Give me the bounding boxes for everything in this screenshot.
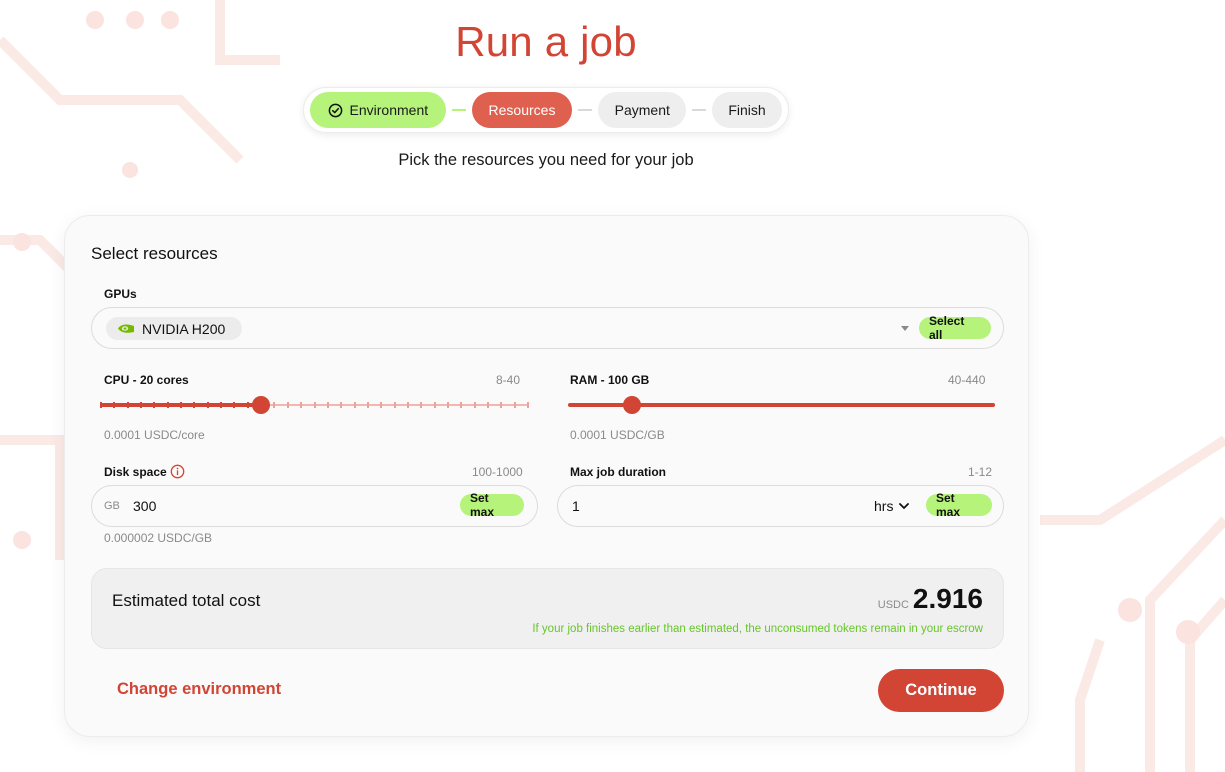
gpus-label: GPUs — [104, 287, 137, 301]
slider-tick — [473, 402, 476, 408]
slider-tick — [193, 402, 196, 408]
slider-tick — [420, 402, 423, 408]
duration-field[interactable]: 1 hrs Set max — [557, 485, 1004, 527]
slider-tick — [513, 402, 516, 408]
slider-tick — [233, 402, 236, 408]
cost-value: USDC 2.916 — [878, 583, 983, 615]
section-title: Select resources — [91, 244, 218, 263]
step-connector — [692, 109, 707, 111]
slider-tick — [313, 402, 316, 408]
duration-range: 1-12 — [968, 465, 993, 479]
slider-tick — [406, 402, 409, 408]
continue-button[interactable]: Continue — [878, 669, 1004, 712]
cpu-price: 0.0001 USDC/core — [104, 428, 205, 442]
cpu-slider[interactable] — [100, 395, 529, 415]
duration-input[interactable]: 1 — [572, 498, 580, 514]
info-icon[interactable] — [170, 464, 185, 479]
ram-slider[interactable] — [568, 395, 995, 415]
slider-tick — [113, 402, 116, 408]
slider-tick — [246, 402, 249, 408]
step-finish[interactable]: Finish — [712, 92, 782, 128]
disk-space-field[interactable]: GB 300 Set max — [91, 485, 538, 527]
slider-tick — [220, 402, 223, 408]
gpu-chip-label: NVIDIA H200 — [142, 320, 226, 337]
cpu-label: CPU - 20 cores — [104, 373, 189, 387]
disk-price: 0.000002 USDC/GB — [104, 531, 213, 545]
change-environment-button[interactable]: Change environment — [117, 680, 281, 699]
slider-tick — [126, 402, 129, 408]
page-title: Run a job — [455, 18, 637, 65]
step-label: Resources — [488, 102, 556, 118]
disk-set-max-button[interactable]: Set max — [460, 491, 524, 519]
nvidia-logo-icon — [118, 324, 134, 333]
slider-tick — [100, 402, 102, 408]
cost-currency: USDC — [877, 599, 909, 611]
duration-unit-select[interactable]: hrs — [874, 498, 910, 514]
chevron-down-icon[interactable] — [901, 326, 909, 331]
slider-thumb[interactable] — [623, 396, 642, 414]
step-connector — [451, 109, 466, 111]
resources-card: Select resources GPUs NVIDIA H200 Select… — [64, 215, 1029, 737]
cost-label: Estimated total cost — [112, 591, 261, 610]
cpu-range: 8-40 — [496, 373, 521, 387]
page-subtitle: Pick the resources you need for your job — [398, 151, 694, 169]
slider-tick — [366, 402, 369, 408]
slider-tick — [273, 402, 276, 408]
check-circle-icon — [328, 103, 342, 117]
slider-tick — [340, 402, 343, 408]
slider-tick — [286, 402, 289, 408]
escrow-note: If your job finishes earlier than estima… — [532, 623, 983, 635]
slider-tick — [153, 402, 156, 408]
slider-tick — [353, 402, 356, 408]
duration-set-max-button[interactable]: Set max — [926, 491, 992, 519]
slider-tick — [460, 402, 463, 408]
slider-tick — [140, 402, 143, 408]
step-payment[interactable]: Payment — [598, 92, 687, 128]
disk-space-input[interactable]: 300 — [133, 498, 156, 514]
slider-tick — [166, 402, 169, 408]
step-label: Finish — [728, 102, 766, 118]
disk-unit: GB — [104, 500, 120, 512]
progress-stepper: Environment Resources Payment Finish — [303, 87, 789, 133]
step-label: Environment — [349, 102, 429, 118]
slider-tick — [433, 402, 436, 408]
gpu-multiselect[interactable]: NVIDIA H200 Select all — [91, 307, 1004, 349]
slider-thumb[interactable] — [252, 396, 271, 414]
duration-label: Max job duration — [570, 465, 666, 479]
step-connector — [578, 109, 593, 111]
ram-range: 40-440 — [948, 373, 986, 387]
slider-tick — [446, 402, 449, 408]
slider-tick — [380, 402, 383, 408]
slider-tick — [527, 402, 529, 408]
duration-unit-label: hrs — [874, 498, 894, 514]
step-environment[interactable]: Environment — [310, 92, 446, 128]
cost-amount: 2.916 — [912, 583, 983, 614]
gpu-chip[interactable]: NVIDIA H200 — [106, 317, 242, 340]
slider-tick — [393, 402, 396, 408]
select-all-button[interactable]: Select all — [919, 314, 991, 342]
ram-price: 0.0001 USDC/GB — [570, 428, 665, 442]
slider-tick — [206, 402, 209, 408]
estimated-cost-panel: Estimated total cost USDC 2.916 If your … — [91, 568, 1004, 649]
chevron-down-icon — [899, 502, 910, 509]
slider-tick — [326, 402, 329, 408]
slider-tick — [300, 402, 303, 408]
step-label: Payment — [614, 102, 670, 118]
step-resources[interactable]: Resources — [471, 92, 573, 128]
slider-tick — [180, 402, 183, 408]
disk-range: 100-1000 — [472, 465, 523, 479]
slider-tick — [486, 402, 489, 408]
ram-label: RAM - 100 GB — [570, 373, 650, 387]
slider-tick — [500, 402, 503, 408]
disk-label: Disk space — [104, 465, 167, 479]
